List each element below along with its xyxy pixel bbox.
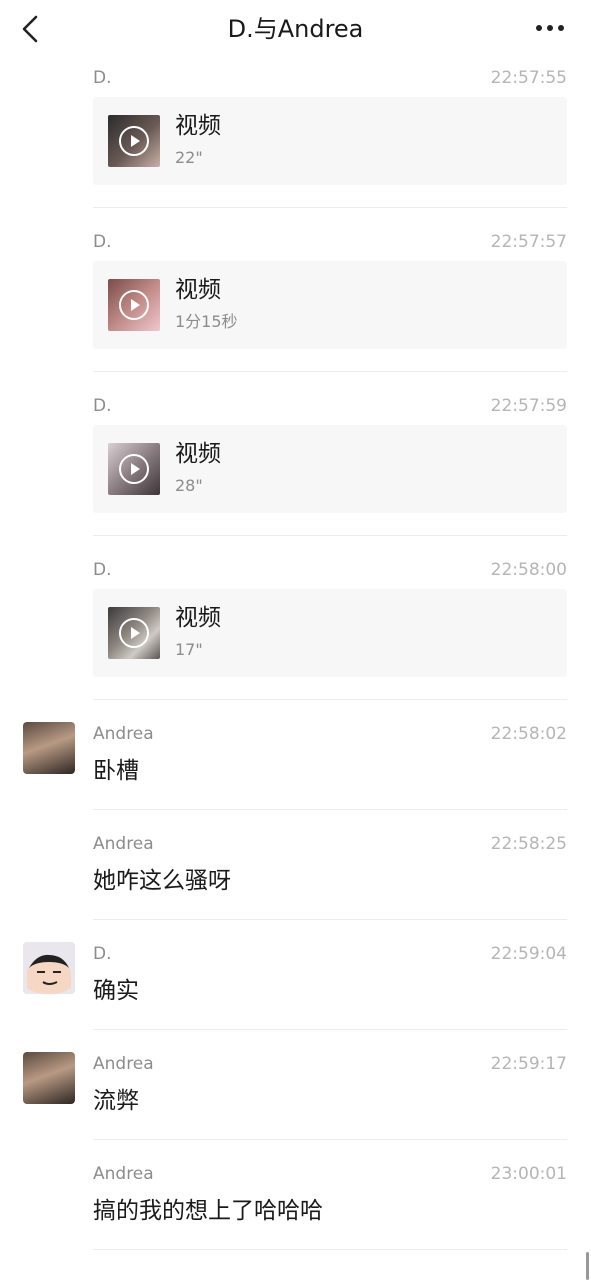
video-card[interactable]: 视频 22" — [93, 97, 567, 185]
divider — [93, 535, 567, 536]
play-icon — [119, 290, 149, 320]
message-time: 22:57:55 — [490, 68, 567, 88]
message-time: 22:57:57 — [490, 232, 567, 252]
divider — [93, 207, 567, 208]
video-card-title: 视频 — [175, 113, 221, 139]
message-time: 22:57:59 — [490, 396, 567, 416]
video-duration: 1分15秒 — [175, 312, 238, 331]
message-sender: D. — [93, 396, 112, 416]
video-card-title: 视频 — [175, 605, 221, 631]
message-sender: Andrea — [93, 1054, 154, 1074]
play-icon — [119, 126, 149, 156]
message-sender: D. — [93, 232, 112, 252]
message-text: 流弊 — [93, 1088, 139, 1114]
divider — [93, 919, 567, 920]
message-time: 23:00:01 — [490, 1164, 567, 1184]
message-sender: Andrea — [93, 1164, 154, 1184]
message-text: 确实 — [93, 978, 139, 1004]
video-thumbnail[interactable] — [108, 115, 160, 167]
message-sender: Andrea — [93, 724, 154, 744]
video-card[interactable]: 视频 1分15秒 — [93, 261, 567, 349]
video-duration: 17" — [175, 640, 203, 659]
video-thumbnail[interactable] — [108, 279, 160, 331]
divider — [93, 1139, 567, 1140]
message-time: 22:58:02 — [490, 724, 567, 744]
message-sender: D. — [93, 560, 112, 580]
scrollbar[interactable] — [586, 1252, 589, 1280]
divider — [93, 1029, 567, 1030]
play-icon — [119, 454, 149, 484]
message-time: 22:59:04 — [490, 944, 567, 964]
divider — [93, 699, 567, 700]
video-thumbnail[interactable] — [108, 443, 160, 495]
video-card-title: 视频 — [175, 277, 221, 303]
divider — [93, 809, 567, 810]
video-duration: 28" — [175, 476, 203, 495]
message-time: 22:58:00 — [490, 560, 567, 580]
play-icon — [119, 618, 149, 648]
message-time: 22:58:25 — [490, 834, 567, 854]
message-text: 搞的我的想上了哈哈哈 — [93, 1198, 323, 1224]
video-card-title: 视频 — [175, 441, 221, 467]
message-sender: D. — [93, 68, 112, 88]
video-duration: 22" — [175, 148, 203, 167]
page-title: D.与Andrea — [227, 15, 364, 43]
video-card[interactable]: 视频 28" — [93, 425, 567, 513]
video-thumbnail[interactable] — [108, 607, 160, 659]
message-time: 22:59:17 — [490, 1054, 567, 1074]
ellipsis-icon[interactable] — [535, 18, 565, 38]
divider — [93, 1249, 567, 1250]
video-card[interactable]: 视频 17" — [93, 589, 567, 677]
top-bar: D.与Andrea — [0, 0, 591, 58]
message-text: 她咋这么骚呀 — [93, 868, 231, 894]
avatar[interactable] — [23, 722, 75, 774]
cartoon-avatar-icon — [23, 942, 75, 994]
avatar[interactable] — [23, 1052, 75, 1104]
divider — [93, 371, 567, 372]
message-text: 卧槽 — [93, 758, 139, 784]
message-sender: D. — [93, 944, 112, 964]
avatar[interactable] — [23, 942, 75, 994]
message-sender: Andrea — [93, 834, 154, 854]
